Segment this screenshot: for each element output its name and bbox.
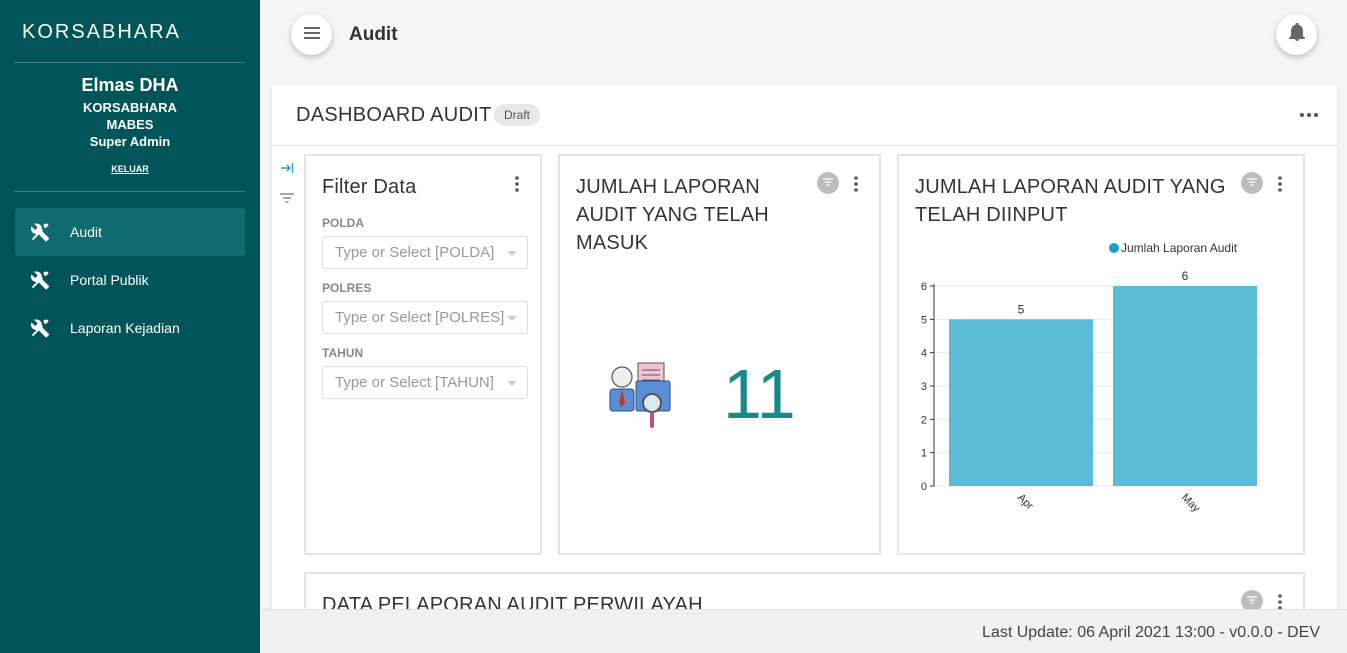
filter-icon: [1246, 592, 1258, 610]
legend-marker: [1109, 243, 1119, 253]
dashboard-card: DASHBOARD AUDIT Draft Filter Data POLDA …: [272, 85, 1337, 625]
sidebar: KORSABHARA Elmas DHA KORSABHARA MABES Su…: [0, 0, 260, 653]
polda-placeholder: Type or Select [POLDA]: [335, 244, 495, 261]
chart-bar: [949, 319, 1093, 486]
panel-menu-icon[interactable]: [513, 175, 521, 193]
top-bar: Audit: [260, 0, 1347, 70]
bell-icon: [1288, 22, 1305, 46]
panel-menu-icon[interactable]: [852, 175, 860, 193]
user-name: Elmas DHA: [81, 75, 179, 95]
chevron-down-icon: [507, 251, 517, 256]
y-tick-label: 2: [921, 414, 927, 426]
filter-icon: [822, 174, 834, 192]
tahun-placeholder: Type or Select [TAHUN]: [335, 374, 494, 391]
legend-label: Jumlah Laporan Audit: [1121, 241, 1238, 255]
y-tick-label: 4: [921, 348, 927, 360]
polda-label: POLDA: [322, 216, 364, 230]
report-count-value: 11: [723, 355, 796, 433]
sidebar-item-label: Portal Publik: [70, 272, 149, 288]
y-tick-label: 6: [921, 281, 927, 293]
sidebar-item-label: Audit: [70, 224, 102, 240]
bar-chart: Jumlah Laporan Audit 0 1 2 3 4 5 6 5 Apr 6 May: [921, 241, 1262, 516]
tools-icon: [29, 269, 51, 291]
tools-icon: [29, 221, 51, 243]
sidebar-divider: [14, 191, 245, 192]
chevron-down-icon: [507, 381, 517, 386]
hamburger-icon: [303, 26, 320, 44]
footer: Last Update: 06 April 2021 13:00 - v0.0.…: [260, 609, 1347, 653]
user-info: Elmas DHA KORSABHARA MABES Super Admin K…: [0, 75, 260, 177]
filter-panel-title: Filter Data: [322, 176, 417, 198]
count-panel: JUMLAH LAPORAN AUDIT YANG TELAH MASUK 11: [558, 154, 881, 555]
count-panel-title: JUMLAH LAPORAN AUDIT YANG TELAH MASUK: [576, 176, 769, 254]
y-tick-label: 5: [921, 314, 927, 326]
sidebar-item-laporan-kejadian[interactable]: Laporan Kejadian: [15, 304, 245, 352]
chart-bar: [1113, 286, 1257, 486]
app-brand: KORSABHARA: [22, 21, 181, 43]
data-label: 5: [1018, 302, 1025, 316]
filter-icon[interactable]: [280, 191, 296, 209]
tools-icon: [29, 317, 51, 339]
filter-panel: Filter Data POLDA Type or Select [POLDA]…: [304, 154, 542, 555]
sidebar-item-audit[interactable]: Audit: [15, 208, 245, 256]
polda-select[interactable]: Type or Select [POLDA]: [322, 236, 528, 269]
tahun-select[interactable]: Type or Select [TAHUN]: [322, 366, 528, 399]
chevron-down-icon: [507, 316, 517, 321]
data-label: 6: [1182, 269, 1189, 283]
user-role: Super Admin: [89, 134, 171, 149]
chart-panel-title: JUMLAH LAPORAN AUDIT YANG TELAH DIINPUT: [915, 176, 1226, 226]
menu-toggle-button[interactable]: [291, 14, 332, 55]
tahun-label: TAHUN: [322, 346, 364, 360]
sidebar-item-label: Laporan Kejadian: [70, 320, 180, 336]
y-tick-label: 0: [921, 481, 927, 493]
expand-panel-icon[interactable]: [280, 161, 296, 179]
dashboard-title: DASHBOARD AUDIT: [296, 104, 492, 126]
panel-filter-button[interactable]: [1241, 172, 1263, 194]
sidebar-divider: [14, 62, 245, 63]
filter-icon: [1246, 174, 1258, 192]
logout-link[interactable]: KELUAR: [111, 164, 149, 174]
y-tick-label: 3: [921, 381, 927, 393]
dashboard-header: DASHBOARD AUDIT Draft: [272, 85, 1337, 146]
audit-report-icon: [608, 359, 672, 436]
x-tick-label: Apr: [1015, 492, 1036, 513]
sidebar-item-portal-publik[interactable]: Portal Publik: [15, 256, 245, 304]
sidebar-nav: Audit Portal Publik Laporan Kejadian: [15, 208, 245, 352]
polres-placeholder: Type or Select [POLRES]: [335, 309, 505, 326]
chart-panel: JUMLAH LAPORAN AUDIT YANG TELAH DIINPUT …: [897, 154, 1305, 555]
side-toolbar: [280, 161, 296, 209]
polres-select[interactable]: Type or Select [POLRES]: [322, 301, 528, 334]
user-org: KORSABHARA: [83, 100, 177, 115]
page-title: Audit: [349, 24, 398, 45]
panel-menu-icon[interactable]: [1276, 175, 1284, 193]
y-tick-label: 1: [921, 448, 927, 460]
last-update-text: Last Update: 06 April 2021 13:00 - v0.0.…: [982, 624, 1320, 641]
notification-button[interactable]: [1276, 14, 1317, 55]
panel-filter-button[interactable]: [817, 172, 839, 194]
x-tick-label: May: [1179, 492, 1203, 516]
status-badge: Draft: [494, 104, 541, 126]
more-options-icon[interactable]: [1299, 105, 1319, 123]
user-unit: MABES: [106, 117, 154, 132]
polres-label: POLRES: [322, 281, 372, 295]
